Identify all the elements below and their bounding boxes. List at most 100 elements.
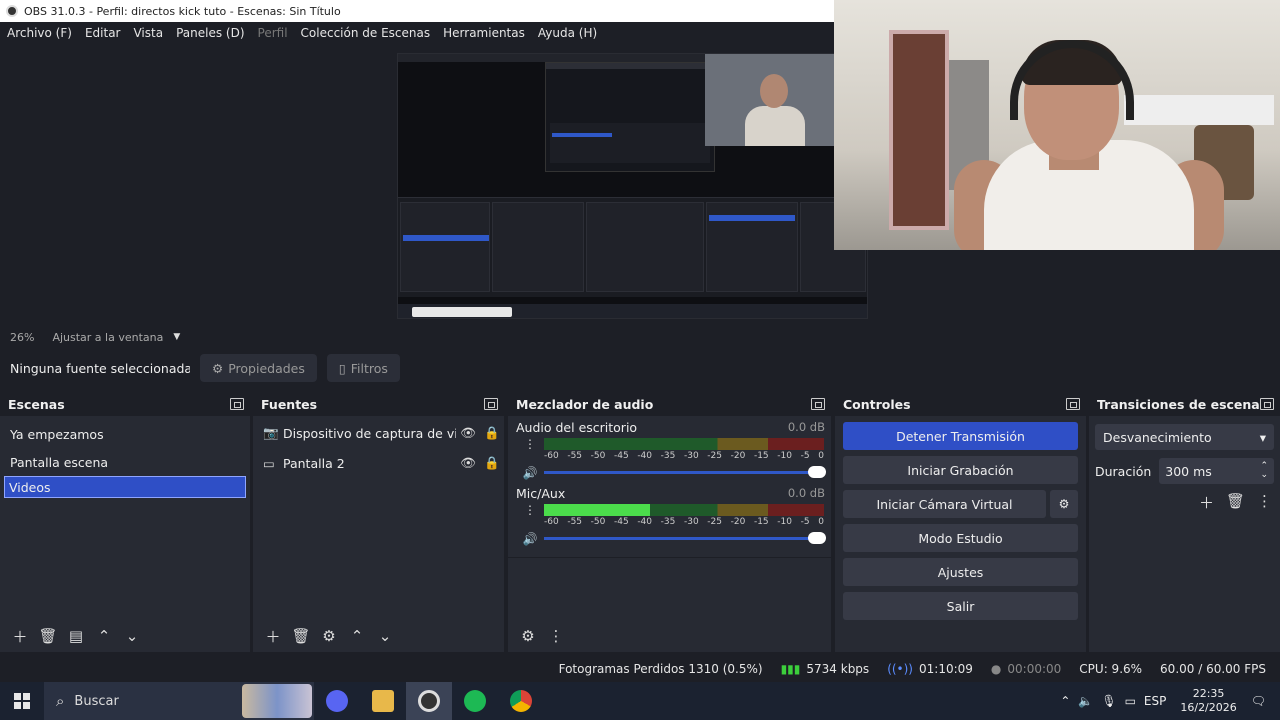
scale-tick: 0 [818, 517, 824, 527]
discord-icon[interactable] [314, 682, 360, 720]
source-name: Pantalla 2 [283, 455, 345, 471]
search-icon: ⌕ [56, 692, 65, 710]
signal-bars-icon: ▮▮▮ [780, 662, 801, 676]
source-item[interactable]: ▭ Pantalla 2 👁 🔒 [253, 448, 504, 478]
windows-start-icon[interactable] [0, 693, 44, 709]
trash-icon[interactable]: 🗑 [34, 627, 62, 645]
notification-icon[interactable]: 🗨 [1251, 694, 1266, 708]
sources-dock: Fuentes 📷 Dispositivo de captura de vide… [253, 392, 504, 652]
chrome-icon[interactable] [498, 682, 544, 720]
speaker-icon[interactable]: 🔊 [516, 532, 544, 546]
start-virtual-cam-button[interactable]: Iniciar Cámara Virtual [843, 490, 1046, 518]
trash-icon[interactable]: 🗑 [287, 627, 315, 645]
add-icon[interactable]: ＋ [259, 626, 287, 647]
mixer-title: Mezclador de audio [516, 396, 654, 412]
chevron-down-icon[interactable]: ▼ [173, 332, 180, 342]
properties-button[interactable]: ⚙ Propiedades [200, 354, 317, 382]
kebab-menu-icon[interactable]: ⋮ [542, 627, 570, 645]
undock-icon[interactable] [1066, 398, 1080, 410]
obs-logo-icon [6, 5, 18, 17]
lock-icon[interactable]: 🔒 [480, 425, 504, 441]
speaker-icon[interactable]: 🔈 [1078, 694, 1093, 708]
scale-tick: -35 [660, 451, 676, 461]
settings-button[interactable]: Ajustes [843, 558, 1078, 586]
duration-spinbox[interactable]: 300 ms ⌃ ⌄ [1159, 458, 1274, 484]
spin-arrows-icon[interactable]: ⌃ ⌄ [1260, 462, 1268, 480]
trash-icon[interactable]: 🗑 [1226, 492, 1245, 513]
slider-knob[interactable] [808, 466, 826, 478]
controls-dock-header: Controles [835, 392, 1086, 416]
microphone-icon[interactable]: 🎙 [1101, 694, 1116, 708]
monitor-icon: ▭ [263, 455, 275, 471]
language-indicator[interactable]: ESP [1144, 694, 1166, 708]
speaker-icon[interactable]: 🔊 [516, 466, 544, 480]
add-icon[interactable]: ＋ [1199, 492, 1214, 513]
kebab-menu-icon[interactable]: ⋮ [516, 503, 544, 517]
lock-icon[interactable]: 🔒 [480, 455, 504, 471]
undock-icon[interactable] [811, 398, 825, 410]
menu-archivo[interactable]: Archivo (F) [7, 26, 72, 40]
preview-nested-webcam [705, 54, 835, 146]
advanced-audio-icon[interactable]: ⚙ [514, 627, 542, 645]
scale-tick: -40 [637, 451, 653, 461]
source-item[interactable]: 📷 Dispositivo de captura de video 👁 🔒 [253, 418, 504, 448]
scene-item-selected[interactable]: Videos [4, 476, 246, 498]
stop-stream-button[interactable]: Detener Transmisión [843, 422, 1078, 450]
undock-icon[interactable] [230, 398, 244, 410]
scale-tick: -20 [730, 451, 746, 461]
arrow-down-icon[interactable]: ⌄ [371, 627, 399, 645]
preview-nested-taskbar [398, 304, 867, 318]
mixer-channel: Mic/Aux 0.0 dB ⋮ -60 -55 -50 -45 -40 -35 -30 -2… [508, 482, 831, 548]
undock-icon[interactable] [484, 398, 498, 410]
preview-person-body [745, 106, 805, 146]
arrow-up-icon[interactable]: ⌃ [90, 627, 118, 645]
volume-slider[interactable] [544, 532, 826, 544]
chevron-up-icon[interactable]: ⌃ [1060, 694, 1070, 708]
scale-tick: -30 [683, 451, 699, 461]
scene-item[interactable]: Ya empezamos [0, 420, 250, 448]
transitions-toolbar: ＋ 🗑 ⋮ [1089, 492, 1272, 513]
menu-herramientas[interactable]: Herramientas [443, 26, 525, 40]
menu-paneles[interactable]: Paneles (D) [176, 26, 244, 40]
obs-taskbar-icon[interactable] [406, 682, 452, 720]
controls-dock: Controles Detener Transmisión Iniciar Gr… [835, 392, 1086, 652]
menu-coleccion-escenas[interactable]: Colección de Escenas [301, 26, 431, 40]
window-title: OBS 31.0.3 - Perfil: directos kick tuto … [24, 4, 341, 18]
search-highlight-image [242, 684, 312, 718]
menu-editar[interactable]: Editar [85, 26, 121, 40]
slider-knob[interactable] [808, 532, 826, 544]
volume-slider[interactable] [544, 466, 826, 478]
scale-tick: -60 [544, 517, 559, 527]
gear-icon[interactable]: ⚙ [1050, 490, 1078, 518]
studio-mode-button[interactable]: Modo Estudio [843, 524, 1078, 552]
taskbar-search[interactable]: ⌕ Buscar [44, 682, 314, 720]
arrow-up-icon[interactable]: ⌃ [343, 627, 371, 645]
preview-nested-bar [552, 133, 612, 137]
scene-item[interactable]: Pantalla escena [0, 448, 250, 476]
eye-icon[interactable]: 👁 [456, 425, 480, 441]
filters-button[interactable]: ▯ Filtros [326, 354, 400, 382]
exit-button[interactable]: Salir [843, 592, 1078, 620]
gear-icon[interactable]: ⚙ [315, 627, 343, 645]
filter-icon[interactable]: ▤ [62, 627, 90, 645]
kebab-menu-icon[interactable]: ⋮ [1257, 492, 1272, 513]
add-icon[interactable]: ＋ [6, 626, 34, 647]
zoom-fit-dropdown[interactable]: Ajustar a la ventana [52, 331, 163, 344]
spotify-icon[interactable] [452, 682, 498, 720]
undock-icon[interactable] [1260, 398, 1274, 410]
eye-icon[interactable]: 👁 [456, 455, 480, 471]
window-titlebar: OBS 31.0.3 - Perfil: directos kick tuto … [0, 0, 835, 22]
kebab-menu-icon[interactable]: ⋮ [516, 437, 544, 451]
menu-ayuda[interactable]: Ayuda (H) [538, 26, 597, 40]
file-explorer-icon[interactable] [360, 682, 406, 720]
start-recording-button[interactable]: Iniciar Grabación [843, 456, 1078, 484]
preview-dock-sources [492, 202, 584, 292]
network-icon[interactable]: ▭ [1125, 694, 1136, 708]
arrow-down-icon[interactable]: ⌄ [118, 627, 146, 645]
menu-vista[interactable]: Vista [133, 26, 163, 40]
taskbar-clock[interactable]: 22:35 16/2/2026 [1180, 687, 1236, 715]
transition-select[interactable]: Desvanecimiento ▾ [1095, 424, 1274, 450]
preview-canvas[interactable] [397, 53, 868, 319]
gear-icon: ⚙ [212, 360, 224, 376]
sources-dock-header: Fuentes [253, 392, 504, 416]
